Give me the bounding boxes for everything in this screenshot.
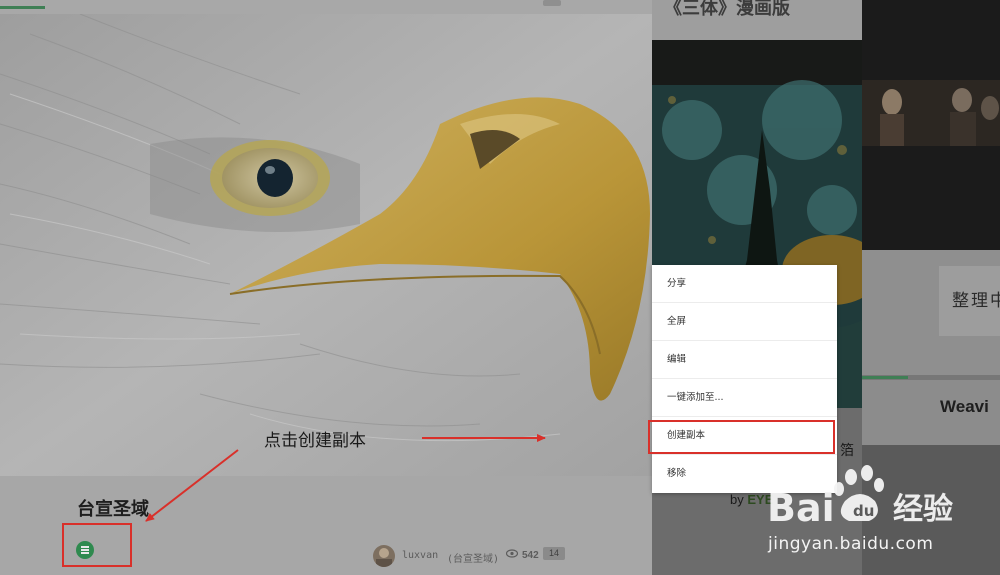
svg-text:Bai: Bai [767, 486, 835, 530]
sorting-text: 整理中 [952, 291, 1000, 311]
card-cover-image[interactable] [0, 14, 652, 476]
card3-cover-image[interactable] [862, 80, 1000, 146]
svg-text:经验: 经验 [893, 492, 953, 527]
menu-item-edit[interactable]: 编辑 [652, 341, 837, 379]
count-badge: 14 [543, 547, 565, 560]
by-prefix: by [730, 492, 744, 507]
card3-title[interactable]: Weavi [940, 397, 989, 417]
main-card: 台宣圣域 luxvan (台宣圣域) 542 14 [0, 0, 652, 575]
context-menu: 分享 全屏 编辑 一键添加至... 创建副本 移除 [652, 265, 837, 493]
tag-icon [543, 0, 561, 6]
menu-highlight-box [648, 420, 835, 454]
menu-item-add-to[interactable]: 一键添加至... [652, 379, 837, 417]
eye-icon [506, 549, 518, 558]
view-count: 542 [522, 550, 539, 561]
menu-item-fullscreen[interactable]: 全屏 [652, 303, 837, 341]
source-label: (台宣圣域) [447, 554, 500, 565]
card3-green-indicator [862, 376, 908, 379]
author-name[interactable]: luxvan [402, 550, 438, 561]
avatar[interactable] [373, 545, 395, 567]
svg-text:du: du [853, 502, 874, 520]
annotation-highlight-box [62, 523, 132, 567]
watermark-url: jingyan.baidu.com [768, 534, 934, 554]
menu-item-share[interactable]: 分享 [652, 265, 837, 303]
card2-snippet: 箔 [840, 442, 854, 458]
card2-title[interactable]: 《三体》漫画版 [664, 0, 790, 20]
card-title[interactable]: 台宣圣域 [77, 495, 149, 521]
annotation-text: 点击创建副本 [264, 431, 366, 451]
card-green-indicator [0, 6, 45, 9]
